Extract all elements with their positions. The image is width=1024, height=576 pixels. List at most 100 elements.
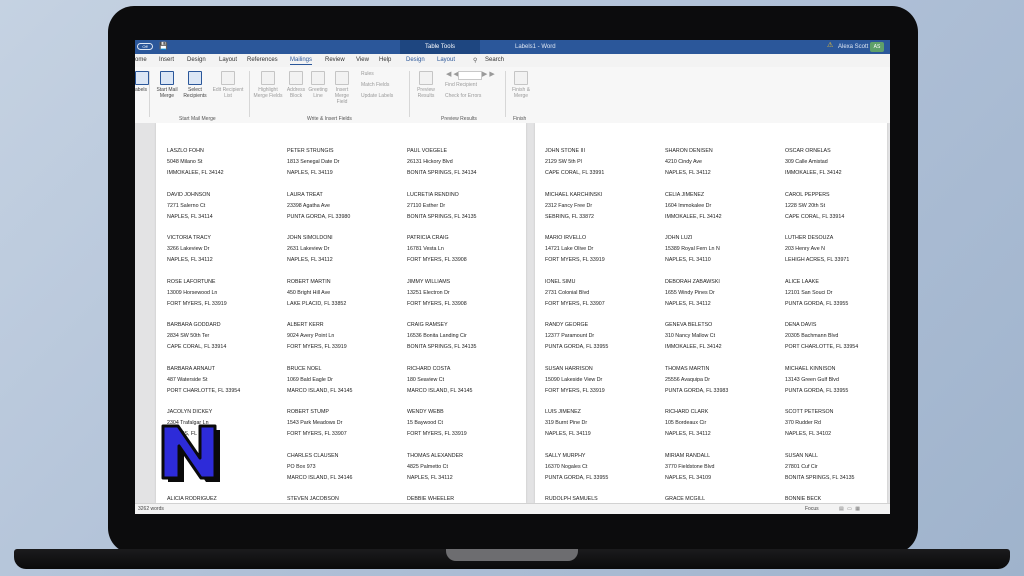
label-street[interactable]: 27110 Esther Dr: [407, 201, 445, 212]
label-city[interactable]: BONITA SPRINGS, FL 34135: [785, 473, 854, 484]
tab-design[interactable]: Design: [187, 57, 206, 63]
label-street[interactable]: 203 Henry Ave N: [785, 244, 825, 255]
label-city[interactable]: FORT MYERS, FL 33907: [545, 299, 605, 310]
label-city[interactable]: IMMOKALEE, FL 34142: [665, 212, 722, 223]
label-city[interactable]: BONITA SPRINGS, FL 34134: [407, 168, 476, 179]
label-name[interactable]: BARBARA ARNAUT: [167, 364, 215, 375]
check-for-errors-button[interactable]: Check for Errors: [445, 93, 481, 99]
label-city[interactable]: NAPLES, FL 34109: [665, 473, 711, 484]
label-name[interactable]: LUIS JIMENEZ: [545, 407, 581, 418]
warning-icon[interactable]: ⚠: [827, 41, 833, 49]
label-name[interactable]: SALLY MURPHY: [545, 451, 585, 462]
label-street[interactable]: 1655 Windy Pines Dr: [665, 288, 715, 299]
label-city[interactable]: CAPE CORAL, FL 33914: [785, 212, 844, 223]
label-street[interactable]: 4825 Palmetto Ct: [407, 462, 448, 473]
label-name[interactable]: PATRICIA CRAIG: [407, 233, 449, 244]
tab-references[interactable]: References: [247, 57, 278, 63]
label-name[interactable]: WENDY WEBB: [407, 407, 444, 418]
label-city[interactable]: CAPE CORAL, FL 33991: [545, 168, 604, 179]
label-street[interactable]: 13251 Electron Dr: [407, 288, 450, 299]
label-city[interactable]: FORT MYERS, FL 33919: [287, 342, 347, 353]
finish-merge-button[interactable]: Finish & Merge: [509, 71, 533, 99]
label-name[interactable]: DEBORAH ZABAWSKI: [665, 277, 720, 288]
tab-insert[interactable]: Insert: [159, 57, 174, 63]
tab-view[interactable]: View: [356, 57, 369, 63]
label-city[interactable]: NAPLES, FL 34119: [287, 168, 333, 179]
label-name[interactable]: SHARON DENISEN: [665, 146, 713, 157]
label-street[interactable]: 2129 SW 5th Pl: [545, 157, 582, 168]
label-name[interactable]: OSCAR ORNELAS: [785, 146, 831, 157]
label-name[interactable]: PAUL VOEGELE: [407, 146, 447, 157]
address-block-button[interactable]: Address Block: [285, 71, 307, 99]
label-name[interactable]: BARBARA GODDARD: [167, 320, 221, 331]
label-street[interactable]: 5048 Milano St: [167, 157, 202, 168]
label-name[interactable]: PETER STRUNGIS: [287, 146, 334, 157]
label-name[interactable]: GRACE MCGILL: [665, 494, 705, 503]
start-mail-merge-button[interactable]: Start Mail Merge: [153, 71, 181, 99]
autosave-toggle[interactable]: Off: [137, 43, 153, 50]
label-street[interactable]: 26131 Hickory Blvd: [407, 157, 453, 168]
label-street[interactable]: 15090 Lakeside View Dr: [545, 375, 602, 386]
label-city[interactable]: PUNTA GORDA, FL 33955: [785, 299, 848, 310]
label-city[interactable]: BONITA SPRINGS, FL 34135: [407, 342, 476, 353]
select-recipients-button[interactable]: Select Recipients: [181, 71, 209, 99]
label-name[interactable]: LAURA TREAT: [287, 190, 323, 201]
label-street[interactable]: 12377 Paramount Dr: [545, 331, 594, 342]
tab-home[interactable]: ome: [135, 57, 147, 63]
label-city[interactable]: IMMOKALEE, FL 34142: [785, 168, 842, 179]
label-city[interactable]: PORT CHARLOTTE, FL 33954: [785, 342, 858, 353]
label-city[interactable]: LEHIGH ACRES, FL 33971: [785, 255, 849, 266]
find-recipient-button[interactable]: Find Recipient: [445, 82, 477, 88]
label-city[interactable]: CAPE CORAL, FL 33914: [167, 342, 226, 353]
label-city[interactable]: FORT MYERS, FL 33908: [407, 299, 467, 310]
label-name[interactable]: JIMMY WILLIAMS: [407, 277, 450, 288]
label-street[interactable]: 27801 Cuf Cir: [785, 462, 818, 473]
label-name[interactable]: SCOTT PETERSON: [785, 407, 833, 418]
search-label[interactable]: Search: [485, 57, 504, 63]
view-buttons[interactable]: ▤ ▭ ▦: [839, 506, 861, 512]
label-street[interactable]: 180 Seaview Ct: [407, 375, 444, 386]
label-city[interactable]: NAPLES, FL 34112: [407, 473, 453, 484]
label-city[interactable]: FORT MYERS, FL 33919: [545, 386, 605, 397]
labels-button[interactable]: abels: [135, 71, 149, 93]
label-street[interactable]: 14721 Lake Olive Dr: [545, 244, 593, 255]
label-city[interactable]: PUNTA GORDA, FL 33955: [545, 342, 608, 353]
label-city[interactable]: NAPLES, FL 34112: [665, 299, 711, 310]
label-name[interactable]: IONEL SIMU: [545, 277, 575, 288]
label-street[interactable]: 9024 Avery Point Ln: [287, 331, 334, 342]
label-street[interactable]: 105 Bordeaux Cir: [665, 418, 706, 429]
label-street[interactable]: 13009 Horsewood Ln: [167, 288, 217, 299]
label-name[interactable]: THOMAS ALEXANDER: [407, 451, 463, 462]
label-name[interactable]: MICHAEL KARCHINSKI: [545, 190, 602, 201]
label-street[interactable]: 310 Nancy Mallow Ct: [665, 331, 715, 342]
label-street[interactable]: 16370 Nogales Ct: [545, 462, 587, 473]
label-street[interactable]: 309 Calle Amistad: [785, 157, 828, 168]
label-name[interactable]: JOHN STONE III: [545, 146, 585, 157]
tab-help[interactable]: Help: [379, 57, 391, 63]
label-city[interactable]: PUNTA GORDA, FL 33980: [287, 212, 350, 223]
label-city[interactable]: FORT MYERS, FL 33908: [407, 255, 467, 266]
label-name[interactable]: VICTORIA TRACY: [167, 233, 211, 244]
label-city[interactable]: BONITA SPRINGS, FL 34135: [407, 212, 476, 223]
label-street[interactable]: 16781 Vesta Ln: [407, 244, 444, 255]
label-city[interactable]: NAPLES, FL 34102: [785, 429, 831, 440]
label-street[interactable]: 1813 Senegal Date Dr: [287, 157, 339, 168]
label-city[interactable]: SEBRING, FL 33872: [545, 212, 594, 223]
label-street[interactable]: 25556 Avaquipa Dr: [665, 375, 710, 386]
save-icon[interactable]: 💾: [159, 42, 168, 50]
update-labels-button[interactable]: Update Labels: [361, 93, 393, 99]
label-name[interactable]: CAROL PEPPERS: [785, 190, 830, 201]
rules-button[interactable]: Rules: [361, 71, 374, 77]
label-city[interactable]: FORT MYERS, FL 33919: [167, 299, 227, 310]
label-city[interactable]: NAPLES, FL 34112: [665, 168, 711, 179]
label-name[interactable]: MICHAEL KINNISON: [785, 364, 835, 375]
record-navigation-next[interactable]: ▶▶: [482, 70, 497, 78]
label-street[interactable]: 1228 SW 20th St: [785, 201, 825, 212]
label-city[interactable]: FORT MYERS, FL 33907: [287, 429, 347, 440]
label-street[interactable]: 2312 Fancy Free Dr: [545, 201, 592, 212]
label-street[interactable]: 15 Baywood Ct: [407, 418, 443, 429]
label-city[interactable]: MARCO ISLAND, FL 34146: [287, 473, 352, 484]
preview-results-button[interactable]: Preview Results: [413, 71, 439, 99]
label-street[interactable]: 2731 Colonial Blvd: [545, 288, 589, 299]
tab-mailings[interactable]: Mailings: [290, 57, 313, 65]
